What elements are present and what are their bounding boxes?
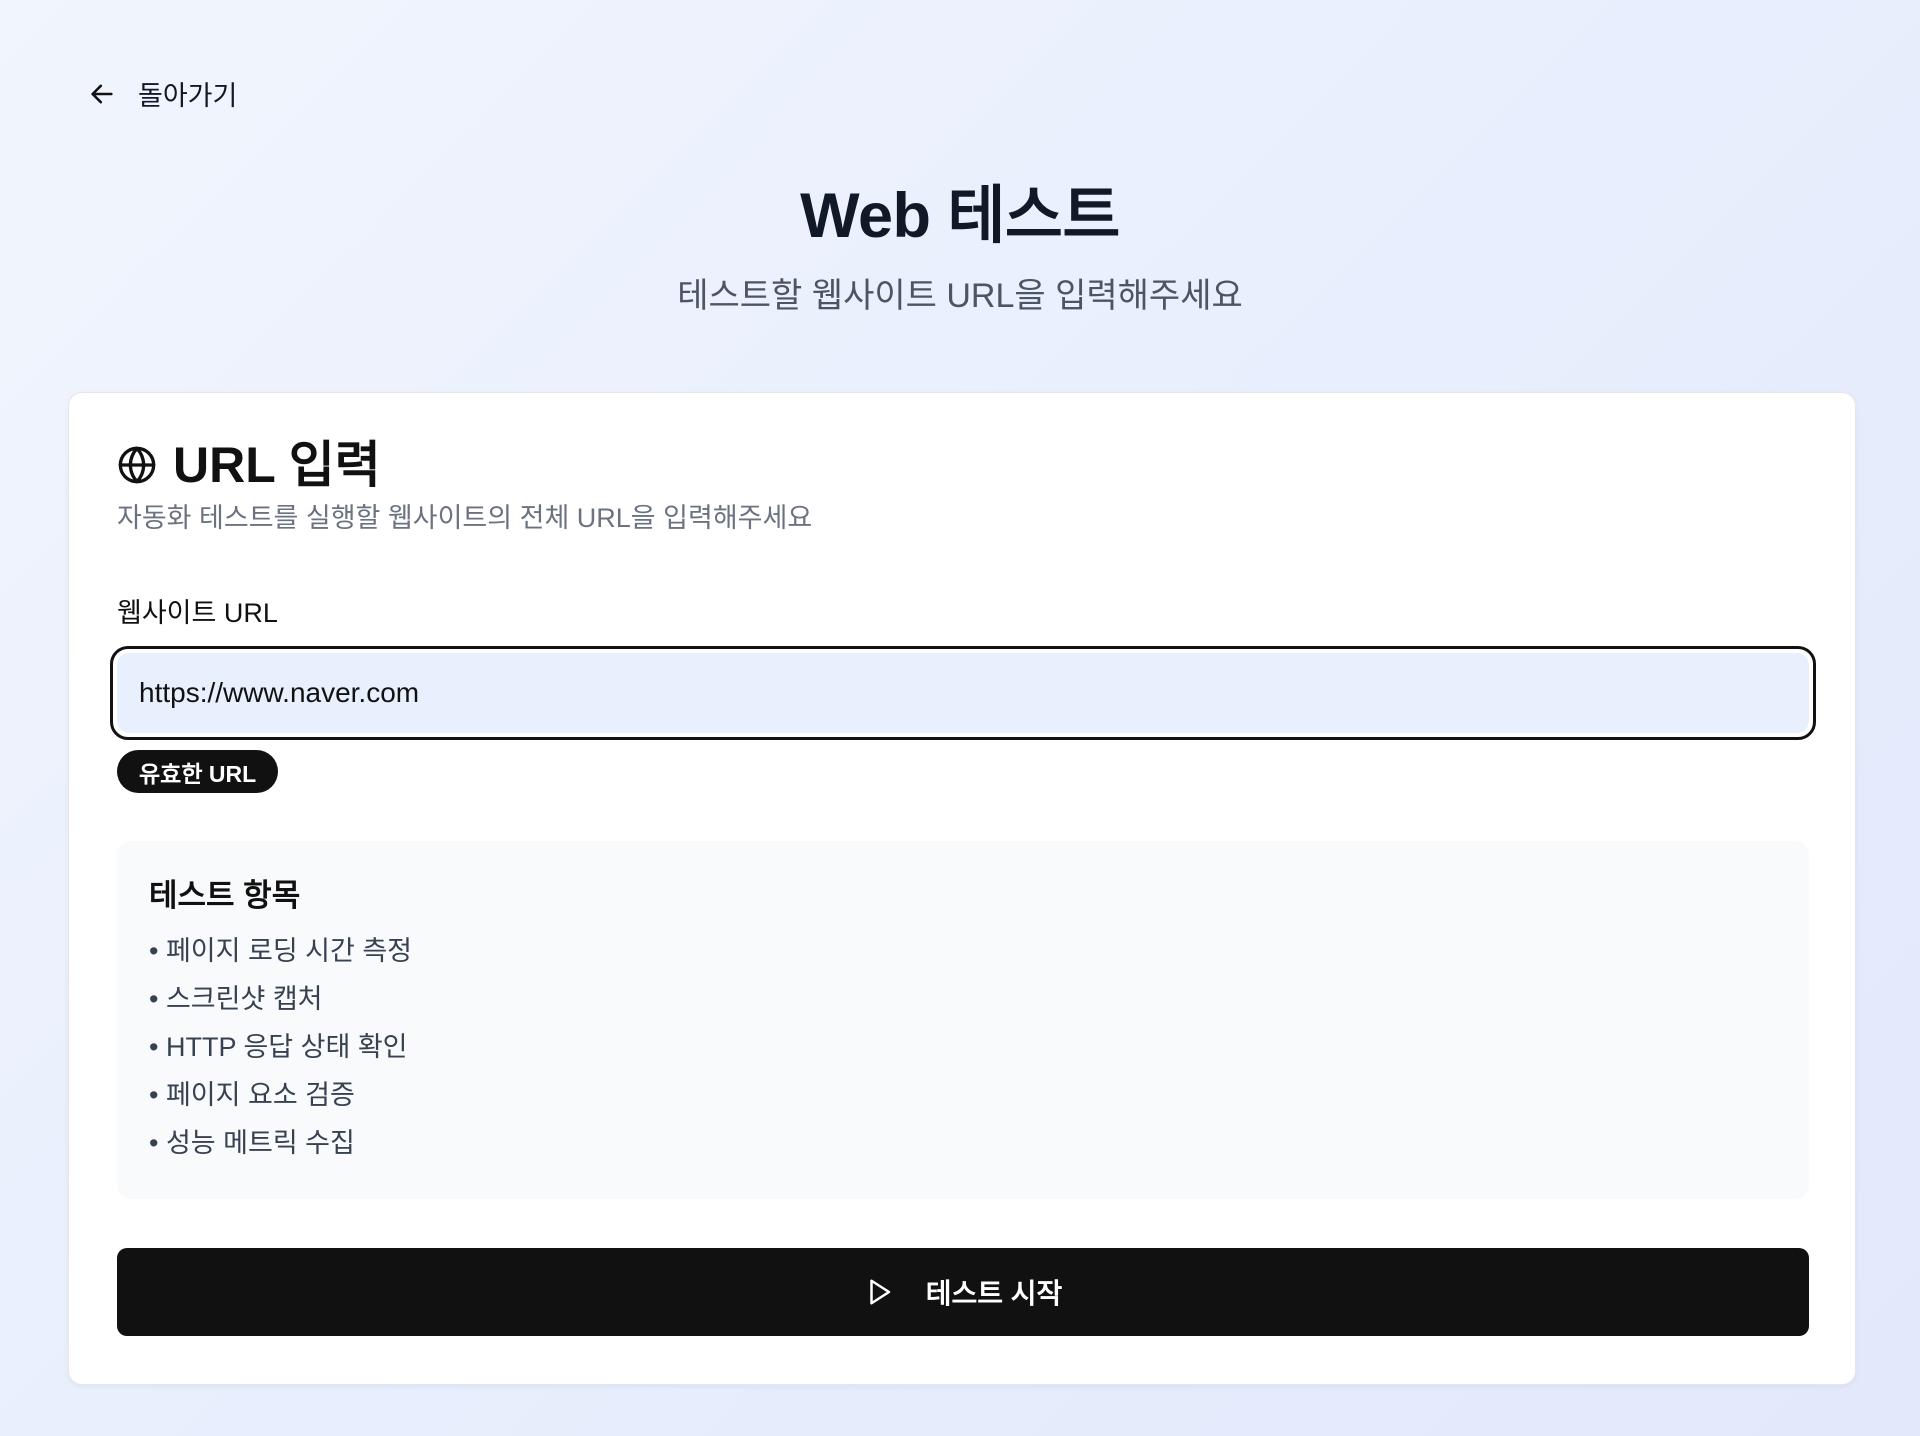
start-test-label: 테스트 시작 [925, 1278, 1063, 1309]
page-subtitle: 테스트할 웹사이트 URL을 입력해주세요 [677, 277, 1243, 315]
list-item: • 성능 메트릭 수집 [149, 1128, 355, 1158]
url-input-focus-ring [110, 646, 1816, 740]
card-description: 자동화 테스트를 실행할 웹사이트의 전체 URL을 입력해주세요 [117, 503, 813, 533]
list-item: • 페이지 로딩 시간 측정 [149, 936, 413, 966]
page-title: Web 테스트 [800, 181, 1120, 251]
website-url-input[interactable] [117, 653, 1809, 733]
list-item: • HTTP 응답 상태 확인 [149, 1032, 408, 1062]
valid-url-badge: 유효한 URL [117, 750, 279, 793]
globe-icon [117, 445, 157, 485]
back-link-label: 돌아가기 [138, 81, 238, 111]
arrow-left-icon [88, 80, 116, 108]
test-items-panel: 테스트 항목 • 페이지 로딩 시간 측정 • 스크린샷 캡처 • HTTP 응… [117, 841, 1809, 1199]
play-icon [864, 1277, 894, 1307]
card-title: URL 입력 [173, 437, 381, 493]
list-item: • 스크린샷 캡처 [149, 984, 323, 1014]
start-test-button[interactable]: 테스트 시작 [117, 1248, 1809, 1336]
page-header: Web 테스트 테스트할 웹사이트 URL을 입력해주세요 [0, 178, 1920, 316]
card-title-row: URL 입력 [117, 435, 381, 495]
list-item: • 페이지 요소 검증 [149, 1080, 355, 1110]
url-input-card: URL 입력 자동화 테스트를 실행할 웹사이트의 전체 URL을 입력해주세요… [68, 392, 1856, 1385]
test-items-title: 테스트 항목 [149, 878, 301, 913]
website-url-label: 웹사이트 URL [117, 598, 278, 628]
back-link[interactable]: 돌아가기 [88, 74, 237, 113]
